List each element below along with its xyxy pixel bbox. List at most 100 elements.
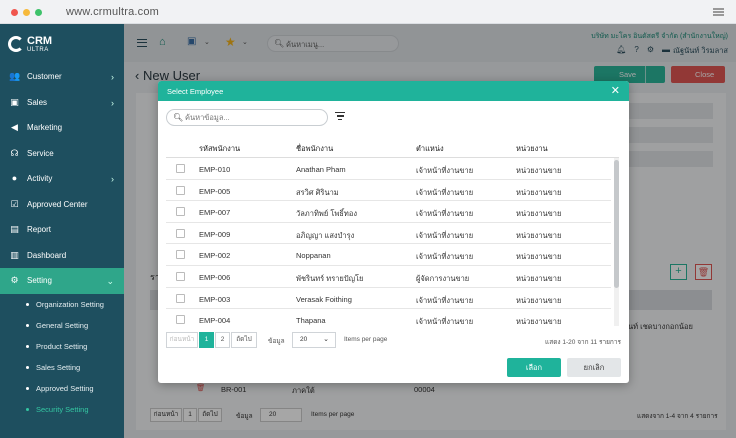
- sidebar-item-setting[interactable]: ⚙ Setting ⌄: [0, 268, 124, 294]
- employee-table-header: รหัสพนักงาน ชื่อพนักงาน ตำแหน่ง หน่วยงาน: [166, 136, 619, 158]
- employee-code: EMP-003: [199, 294, 231, 304]
- table-row[interactable]: EMP-004 Thapana เจ้าหน้าที่งานขาย หน่วยง…: [166, 309, 611, 326]
- chevron-right-icon: ›: [111, 174, 114, 184]
- submenu-approved-setting[interactable]: Approved Setting: [0, 378, 124, 399]
- table-row[interactable]: EMP-005 สรวิศ ศิรินาม เจ้าหน้าที่งานขาย …: [166, 180, 611, 202]
- table-row[interactable]: EMP-009 อภิญญา แสงบำรุง เจ้าหน้าที่งานขา…: [166, 223, 611, 245]
- check-square-icon: ☑: [10, 198, 19, 209]
- bullet-icon: [26, 323, 29, 327]
- sidebar-item-label: Activity: [27, 174, 53, 184]
- submenu-general-setting[interactable]: General Setting: [0, 315, 124, 336]
- row-checkbox[interactable]: [176, 271, 185, 281]
- submenu-sales-setting[interactable]: Sales Setting: [0, 357, 124, 378]
- bullet-icon: [26, 386, 29, 390]
- submenu-label: Sales Setting: [36, 362, 81, 372]
- sidebar-item-sales[interactable]: ▣ Sales ›: [0, 90, 124, 116]
- megaphone-icon: ◀: [11, 122, 18, 133]
- table-row[interactable]: EMP-010 Anathan Pham เจ้าหน้าที่งานขาย ห…: [166, 158, 611, 180]
- submenu-security-setting[interactable]: Security Setting: [0, 399, 124, 420]
- table-row[interactable]: EMP-007 วัลภาทิพย์ โพธิ์ทอง เจ้าหน้าที่ง…: [166, 201, 611, 223]
- submenu-label: Security Setting: [36, 404, 89, 414]
- sidebar-item-marketing[interactable]: ◀ Marketing: [0, 115, 124, 141]
- row-checkbox[interactable]: [176, 207, 185, 217]
- briefcase-icon: ▣: [10, 96, 19, 107]
- employee-department: หน่วยงานขาย: [516, 252, 562, 262]
- chart-icon: ▥: [10, 249, 19, 260]
- employee-department: หน่วยงานขาย: [516, 317, 562, 326]
- column-header-code[interactable]: รหัสพนักงาน: [199, 143, 240, 155]
- next-page-button[interactable]: ถัดไป: [231, 332, 257, 348]
- table-row[interactable]: EMP-006 พัชรินทร์ ทรายปัญโย ผู้จัดการงาน…: [166, 266, 611, 288]
- modal-title: Select Employee: [167, 87, 224, 96]
- employee-position: เจ้าหน้าที่งานขาย: [416, 252, 474, 262]
- cancel-button[interactable]: ยกเลิก: [567, 358, 621, 377]
- filter-line: [336, 115, 344, 117]
- select-employee-modal: Select Employee ✕ 🔍︎ รหัสพนักงาน ชื่อพนั…: [158, 81, 629, 383]
- row-checkbox[interactable]: [176, 164, 185, 173]
- employee-department: หน่วยงานขาย: [516, 230, 562, 240]
- close-icon[interactable]: ✕: [611, 84, 620, 97]
- row-checkbox[interactable]: [176, 250, 185, 260]
- submenu-label: General Setting: [36, 320, 89, 330]
- select-button[interactable]: เลือก: [507, 358, 561, 377]
- bullet-icon: [26, 365, 29, 369]
- sidebar-item-customer[interactable]: 👥 Customer ›: [0, 64, 124, 90]
- employee-search-field[interactable]: 🔍︎: [166, 109, 328, 126]
- table-scrollbar[interactable]: [614, 158, 619, 326]
- sidebar-item-dashboard[interactable]: ▥ Dashboard: [0, 243, 124, 269]
- sidebar-item-service[interactable]: ☊ Service: [0, 141, 124, 167]
- chat-icon: ●: [11, 173, 18, 184]
- row-checkbox[interactable]: [176, 185, 185, 195]
- logo-text: CRM: [27, 35, 53, 47]
- chevron-right-icon: ›: [111, 97, 114, 108]
- page-summary: แสดง 1-20 จาก 11 รายการ: [545, 339, 621, 346]
- row-checkbox[interactable]: [176, 293, 185, 303]
- sidebar-item-report[interactable]: ▤ Report: [0, 217, 124, 243]
- prev-page-button[interactable]: ก่อนหน้า: [166, 332, 198, 348]
- column-header-position[interactable]: ตำแหน่ง: [416, 143, 444, 155]
- users-icon: 👥: [9, 71, 21, 82]
- employee-position: ผู้จัดการงานขาย: [416, 273, 470, 283]
- employee-search-input[interactable]: [185, 112, 323, 123]
- window-close-dot[interactable]: [11, 9, 18, 16]
- filter-icon[interactable]: [335, 112, 345, 121]
- column-header-department[interactable]: หน่วยงาน: [516, 143, 548, 155]
- employee-position: เจ้าหน้าที่งานขาย: [416, 209, 474, 219]
- chevron-right-icon: ›: [111, 72, 114, 82]
- browser-bar: www.crmultra.com: [0, 0, 736, 24]
- chevron-down-icon: ⌄: [106, 276, 114, 286]
- submenu-organization-setting[interactable]: Organization Setting: [0, 294, 124, 315]
- page-button-2[interactable]: 2: [215, 332, 230, 348]
- table-row[interactable]: EMP-003 Verasak Foithing เจ้าหน้าที่งานข…: [166, 288, 611, 310]
- scrollbar-thumb[interactable]: [614, 160, 619, 288]
- rows-label: ข้อมูล: [268, 338, 285, 345]
- browser-url[interactable]: www.crmultra.com: [66, 6, 159, 18]
- browser-menu-icon[interactable]: [713, 8, 724, 16]
- table-row[interactable]: EMP-002 Noppanan เจ้าหน้าที่งานขาย หน่วย…: [166, 244, 611, 266]
- search-icon: 🔍︎: [173, 113, 184, 122]
- sidebar-item-activity[interactable]: ● Activity ›: [0, 166, 124, 192]
- logo[interactable]: CRM ULTRA: [8, 34, 88, 56]
- employee-department: หน่วยงานขาย: [516, 187, 562, 197]
- window-minimize-dot[interactable]: [23, 9, 30, 16]
- employee-code: EMP-009: [199, 229, 231, 239]
- page-button-1[interactable]: 1: [199, 332, 214, 348]
- employee-department: หน่วยงานขาย: [516, 295, 562, 305]
- bullet-icon: [26, 302, 29, 306]
- row-checkbox[interactable]: [176, 228, 185, 238]
- employee-code: EMP-007: [199, 208, 231, 218]
- page-size-select[interactable]: 20 ⌄: [292, 332, 336, 348]
- sidebar-item-label: Report: [27, 225, 52, 235]
- employee-department: หน่วยงานขาย: [516, 273, 562, 283]
- column-header-name[interactable]: ชื่อพนักงาน: [296, 143, 333, 155]
- sidebar-item-approved-center[interactable]: ☑ Approved Center: [0, 192, 124, 218]
- employee-name: Anathan Pham: [296, 165, 346, 174]
- submenu-product-setting[interactable]: Product Setting: [0, 336, 124, 357]
- sidebar-item-label: Service: [27, 148, 54, 158]
- logo-mark-icon: [8, 36, 24, 52]
- employee-name: อภิญญา แสงบำรุง: [296, 230, 355, 240]
- window-maximize-dot[interactable]: [35, 9, 42, 16]
- employee-name: วัลภาทิพย์ โพธิ์ทอง: [296, 209, 357, 219]
- row-checkbox[interactable]: [176, 315, 185, 325]
- page-size-value: 20: [300, 336, 308, 343]
